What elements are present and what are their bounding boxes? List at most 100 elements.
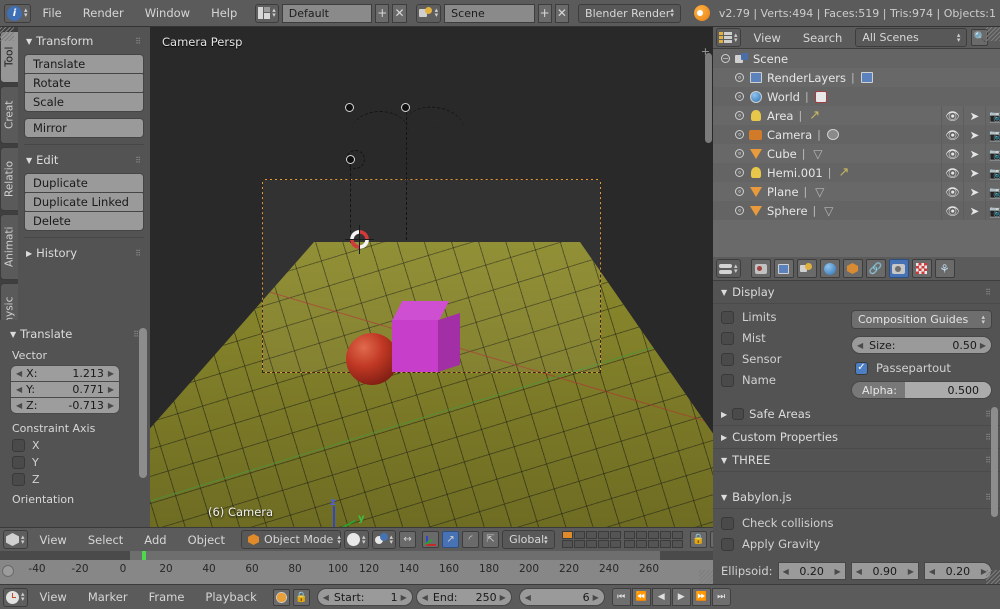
outliner-row-cube[interactable]: ∘ Cube | ▽ 👁 ➤ 📷: [713, 144, 1000, 163]
world-data-icon[interactable]: [814, 90, 829, 104]
vector-x-field[interactable]: ◀ X: 1.213 ▶: [10, 365, 120, 382]
play-button[interactable]: ▶: [671, 588, 691, 606]
mesh-data-icon[interactable]: ▽: [812, 185, 827, 199]
mesh-data-icon[interactable]: ▽: [821, 204, 836, 218]
layer-cell[interactable]: [623, 540, 635, 548]
lamp-hemi-widget[interactable]: [346, 155, 355, 164]
mist-checkbox[interactable]: [721, 331, 734, 345]
proportional-edit-icon[interactable]: ↔: [399, 531, 417, 548]
3d-cursor[interactable]: [345, 225, 374, 254]
constraint-z-row[interactable]: Z: [12, 473, 142, 486]
expand-toggle-icon[interactable]: ∘: [735, 168, 744, 177]
next-keyframe-button[interactable]: ⏩: [691, 588, 711, 606]
jump-to-start-button[interactable]: ⏮: [611, 588, 631, 606]
name-checkbox[interactable]: [721, 373, 734, 387]
jump-to-end-button[interactable]: ⏭: [711, 588, 731, 606]
scale-manipulator-icon[interactable]: ⇱: [482, 531, 500, 548]
limits-row[interactable]: Limits: [721, 310, 841, 324]
rotate-button[interactable]: Rotate: [24, 73, 144, 93]
render-camera-icon[interactable]: 📷: [985, 106, 1000, 125]
panel-header-babylonjs[interactable]: ▼ Babylon.js ⠿: [713, 486, 1000, 509]
properties-tab-particles[interactable]: ⚘: [934, 259, 955, 278]
lamp-data-icon[interactable]: ↗: [836, 165, 851, 180]
viewport-menu-view[interactable]: View: [31, 531, 76, 549]
cursor-select-icon[interactable]: ➤: [963, 125, 985, 144]
outliner-menu-search[interactable]: Search: [794, 29, 852, 47]
eye-icon[interactable]: 👁: [941, 125, 963, 144]
duplicate-button[interactable]: Duplicate: [24, 173, 144, 193]
cube-object[interactable]: [388, 301, 460, 379]
cursor-select-icon[interactable]: ➤: [963, 106, 985, 125]
outliner-row-area[interactable]: ∘ Area | ↗ 👁 ➤ 📷: [713, 106, 1000, 125]
interaction-mode-dropdown[interactable]: Object Mode ▴ ▾: [241, 530, 342, 549]
viewport-menu-select[interactable]: Select: [79, 531, 132, 549]
render-camera-icon[interactable]: 📷: [985, 201, 1000, 220]
alpha-field[interactable]: Alpha: 0.500: [851, 381, 992, 399]
outliner-row-sphere[interactable]: ∘ Sphere | ▽ 👁 ➤ 📷: [713, 201, 1000, 220]
outliner-row-renderlayers[interactable]: ∘ RenderLayers |: [713, 68, 1000, 87]
menu-help[interactable]: Help: [202, 4, 246, 22]
constraint-z-checkbox[interactable]: [12, 473, 25, 486]
frame-end-field[interactable]: ◀ End: 250 ▶: [415, 588, 512, 606]
cursor-select-icon[interactable]: ➤: [963, 144, 985, 163]
cursor-select-icon[interactable]: ➤: [963, 182, 985, 201]
auto-keyframe-record-icon[interactable]: [272, 588, 290, 606]
layer-cell[interactable]: [597, 531, 609, 539]
timeline-ruler[interactable]: -40 -20 0 20 40 60 80 100 120 140 160 18…: [0, 551, 713, 584]
outliner-row-world[interactable]: ∘ World |: [713, 87, 1000, 106]
properties-tab-object[interactable]: [842, 259, 863, 278]
properties-tab-world[interactable]: [819, 259, 840, 278]
outliner-row-plane[interactable]: ∘ Plane | ▽ 👁 ➤ 📷: [713, 182, 1000, 201]
mesh-data-icon[interactable]: ▽: [810, 147, 825, 161]
current-frame-field[interactable]: ◀ 6 ▶: [518, 588, 605, 606]
properties-tab-render[interactable]: [750, 259, 771, 278]
display-size-field[interactable]: ◀ Size: 0.50 ▶: [851, 336, 992, 354]
constraint-y-checkbox[interactable]: [12, 456, 25, 469]
layer-cell[interactable]: [659, 540, 671, 548]
expand-toggle-icon[interactable]: ∘: [735, 206, 744, 215]
apply-gravity-row[interactable]: Apply Gravity: [721, 537, 992, 551]
composition-guides-dropdown[interactable]: Composition Guides ▴ ▾: [851, 310, 992, 329]
lamp-data-icon[interactable]: ↗: [807, 108, 822, 123]
timeline-menu-marker[interactable]: Marker: [79, 588, 137, 606]
passepartout-checkbox[interactable]: [855, 361, 868, 375]
layer-cell[interactable]: [671, 540, 683, 548]
layer-cell[interactable]: [635, 540, 647, 548]
add-scene-button[interactable]: +: [537, 3, 552, 23]
properties-scrollbar[interactable]: [991, 407, 998, 517]
search-filter-icon[interactable]: 🔍: [971, 29, 989, 46]
mist-row[interactable]: Mist: [721, 331, 841, 345]
properties-tab-scene[interactable]: [796, 259, 817, 278]
panel-header-display[interactable]: ▼ Display ⠿: [713, 281, 1000, 304]
tab-animation[interactable]: Animati: [0, 214, 18, 280]
expand-toggle-icon[interactable]: ∘: [735, 187, 744, 196]
panel-header-history[interactable]: ▶ History ⠿: [24, 243, 144, 263]
check-collisions-checkbox[interactable]: [721, 516, 734, 530]
frame-start-field[interactable]: ◀ Start: 1 ▶: [316, 588, 413, 606]
add-screen-layout-button[interactable]: +: [375, 3, 390, 23]
viewport-menu-object[interactable]: Object: [179, 531, 234, 549]
lock-camera-icon[interactable]: 🔒: [689, 531, 707, 548]
outliner-row-scene[interactable]: − Scene: [713, 49, 1000, 68]
expand-toggle-icon[interactable]: ∘: [735, 92, 744, 101]
properties-tab-render-layers[interactable]: [773, 259, 794, 278]
delete-screen-layout-button[interactable]: ✕: [392, 3, 407, 23]
cursor-select-icon[interactable]: ➤: [963, 163, 985, 182]
menu-window[interactable]: Window: [136, 4, 199, 22]
render-engine-dropdown[interactable]: Blender Render ▴ ▾: [578, 3, 681, 23]
apply-gravity-checkbox[interactable]: [721, 537, 734, 551]
expand-toggle-icon[interactable]: ∘: [735, 73, 744, 82]
expand-toggle-icon[interactable]: ∘: [735, 130, 744, 139]
layer-cell[interactable]: [609, 540, 621, 548]
safe-areas-checkbox[interactable]: [732, 408, 745, 420]
layer-cell[interactable]: [659, 531, 671, 539]
3d-viewport[interactable]: Camera Persp (6) Camera z y x +: [150, 27, 713, 527]
sensor-checkbox[interactable]: [721, 352, 734, 366]
tab-tool[interactable]: Tool: [0, 31, 18, 83]
limits-checkbox[interactable]: [721, 310, 734, 324]
eye-icon[interactable]: 👁: [941, 163, 963, 182]
timeline-scroll-knob[interactable]: [2, 565, 14, 577]
panel-header-safe-areas[interactable]: ▶ Safe Areas ⠿: [713, 403, 1000, 426]
render-camera-icon[interactable]: 📷: [985, 182, 1000, 201]
expand-toggle-icon[interactable]: ∘: [735, 149, 744, 158]
